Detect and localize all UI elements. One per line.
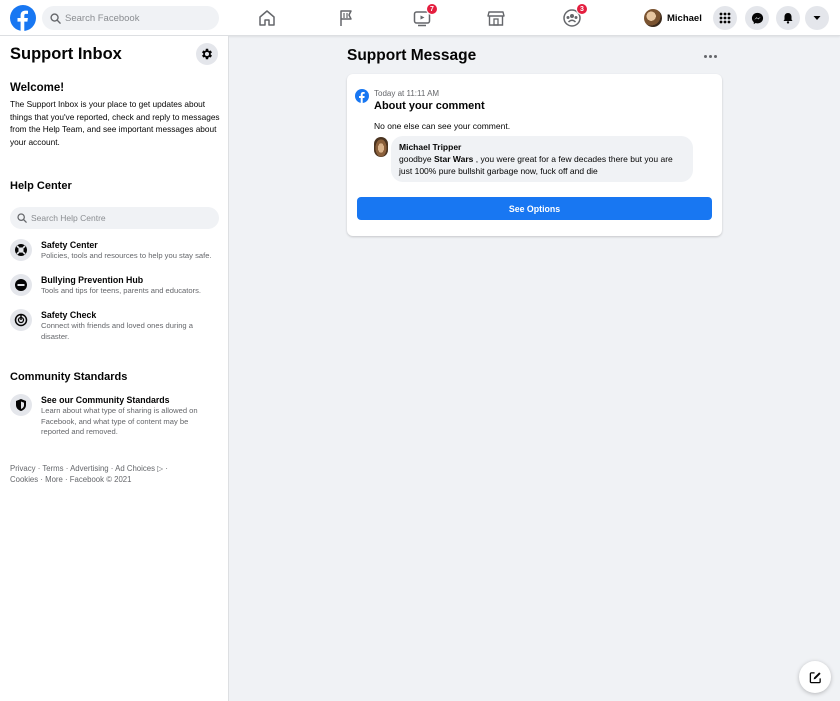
help-search-input[interactable] bbox=[31, 213, 201, 223]
comment-bubble: Michael Tripper goodbye Star Wars , you … bbox=[391, 136, 693, 182]
avatar bbox=[644, 9, 662, 27]
safety-check-icon bbox=[10, 309, 32, 331]
message-subject: About your comment bbox=[374, 100, 485, 112]
help-item-bullying-prevention-hub[interactable]: Bullying Prevention Hub Tools and tips f… bbox=[10, 274, 225, 297]
community-standards-heading: Community Standards bbox=[10, 371, 128, 383]
comment-author[interactable]: Michael Tripper bbox=[399, 142, 685, 153]
help-item-desc: Tools and tips for teens, parents and ed… bbox=[41, 286, 201, 295]
community-standards-item[interactable]: See our Community Standards Learn about … bbox=[10, 394, 225, 438]
notifications-button[interactable] bbox=[776, 6, 800, 30]
dot-icon bbox=[708, 54, 712, 58]
avatar bbox=[374, 137, 388, 157]
top-navigation-bar: 7 3 Michael bbox=[0, 0, 840, 36]
community-item-title: See our Community Standards bbox=[41, 395, 170, 405]
help-item-safety-center[interactable]: Safety Center Policies, tools and resour… bbox=[10, 239, 225, 262]
search-icon bbox=[17, 213, 27, 223]
privacy-note: No one else can see your comment. bbox=[374, 121, 511, 131]
help-item-desc: Policies, tools and resources to help yo… bbox=[41, 251, 212, 260]
marketplace-nav-button[interactable] bbox=[484, 6, 508, 30]
grid-menu-icon bbox=[719, 12, 731, 24]
help-item-desc: Connect with friends and loved ones duri… bbox=[41, 321, 193, 341]
lifebuoy-icon bbox=[10, 239, 32, 261]
support-message-card: Today at 11:11 AM About your comment No … bbox=[347, 74, 722, 236]
comment-tag[interactable]: Star Wars bbox=[434, 154, 473, 164]
comment-text: goodbye Star Wars , you were great for a… bbox=[399, 153, 685, 177]
bell-icon bbox=[783, 13, 793, 24]
help-item-title: Bullying Prevention Hub bbox=[41, 275, 144, 285]
account-button[interactable] bbox=[805, 6, 829, 30]
pages-nav-button[interactable] bbox=[334, 6, 358, 30]
marketplace-icon bbox=[487, 11, 505, 26]
message-timestamp: Today at 11:11 AM bbox=[374, 89, 440, 98]
see-options-button[interactable]: See Options bbox=[357, 197, 712, 220]
help-center-heading: Help Center bbox=[10, 180, 72, 192]
flag-icon bbox=[340, 10, 352, 26]
help-item-safety-check[interactable]: Safety Check Connect with friends and lo… bbox=[10, 309, 225, 342]
new-message-button[interactable] bbox=[799, 661, 831, 693]
search-icon bbox=[50, 12, 61, 24]
facebook-logo-icon[interactable] bbox=[10, 5, 36, 31]
dot-icon bbox=[713, 54, 717, 58]
caret-down-icon bbox=[813, 16, 821, 20]
menu-button[interactable] bbox=[713, 6, 737, 30]
page-title: Support Inbox bbox=[10, 45, 122, 63]
footer-line-1[interactable]: Privacy · Terms · Advertising · Ad Choic… bbox=[10, 463, 210, 474]
compose-icon bbox=[809, 671, 821, 683]
community-item-desc: Learn about what type of sharing is allo… bbox=[41, 406, 198, 436]
home-icon bbox=[259, 10, 275, 26]
welcome-heading: Welcome! bbox=[10, 82, 65, 94]
no-entry-icon bbox=[10, 274, 32, 296]
shield-icon bbox=[10, 394, 32, 416]
footer-links[interactable]: Privacy · Terms · Advertising · Ad Choic… bbox=[10, 463, 210, 485]
gear-icon bbox=[202, 48, 212, 60]
watch-notification-badge: 7 bbox=[426, 3, 438, 15]
settings-button[interactable] bbox=[196, 43, 218, 65]
support-sidebar: Support Inbox Welcome! The Support Inbox… bbox=[0, 36, 229, 701]
more-options-button[interactable] bbox=[700, 50, 720, 62]
messenger-button[interactable] bbox=[745, 6, 769, 30]
profile-name: Michael bbox=[667, 12, 702, 24]
dot-icon bbox=[703, 54, 707, 58]
help-item-title: Safety Center bbox=[41, 240, 98, 250]
message-title: Support Message bbox=[347, 47, 477, 64]
help-search-bar[interactable] bbox=[10, 207, 219, 229]
search-bar[interactable] bbox=[42, 6, 219, 30]
comment-text-start: goodbye bbox=[399, 154, 434, 164]
search-input[interactable] bbox=[65, 12, 205, 24]
help-item-title: Safety Check bbox=[41, 310, 97, 320]
home-nav-button[interactable] bbox=[255, 6, 279, 30]
facebook-logo-icon bbox=[355, 89, 369, 103]
welcome-text: The Support Inbox is your place to get u… bbox=[10, 99, 220, 147]
groups-nav-button[interactable]: 3 bbox=[560, 3, 588, 30]
footer-line-2[interactable]: Cookies · More · Facebook © 2021 bbox=[10, 474, 210, 485]
messenger-icon bbox=[751, 12, 763, 24]
profile-shortcut[interactable]: Michael bbox=[644, 8, 702, 28]
watch-nav-button[interactable]: 7 bbox=[410, 3, 438, 30]
groups-notification-badge: 3 bbox=[576, 3, 588, 15]
